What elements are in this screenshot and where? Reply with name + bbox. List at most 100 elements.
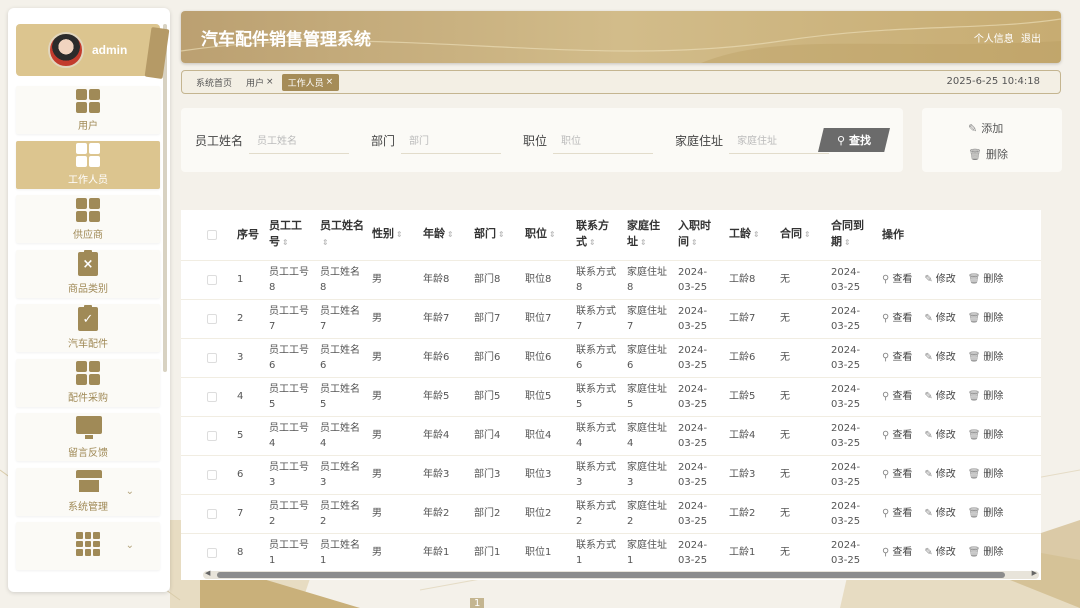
sidebar-item-product-categories[interactable]: × 商品类别 xyxy=(16,249,160,298)
column-header[interactable]: 入职时间 ⇕ xyxy=(674,210,725,260)
delete-button[interactable]: 🗑 删除 xyxy=(968,428,1004,443)
view-button[interactable]: ⚲ 查看 xyxy=(882,272,912,287)
home-address-input[interactable]: 家庭住址 xyxy=(729,126,830,154)
department-input[interactable]: 部门 xyxy=(401,126,502,154)
column-header[interactable]: 年龄 ⇕ xyxy=(419,210,470,260)
row-select-cell[interactable] xyxy=(181,298,233,338)
table-cell: 员工工号2 xyxy=(265,493,316,533)
checkbox[interactable] xyxy=(207,430,217,441)
checkbox[interactable] xyxy=(207,547,217,558)
employee-name-input[interactable]: 员工姓名 xyxy=(249,126,350,154)
view-button[interactable]: ⚲ 查看 xyxy=(882,389,912,404)
select-all-header[interactable] xyxy=(181,210,233,260)
row-select-cell[interactable] xyxy=(181,259,233,299)
sort-icon[interactable]: ⇕ xyxy=(844,238,851,247)
row-select-cell[interactable] xyxy=(181,415,233,455)
sort-icon[interactable]: ⇕ xyxy=(589,238,596,247)
checkbox[interactable] xyxy=(207,469,217,480)
sort-icon[interactable]: ⇕ xyxy=(282,238,289,247)
column-header[interactable]: 家庭住址 ⇕ xyxy=(623,210,674,260)
edit-button[interactable]: ✎ 修改 xyxy=(924,272,955,287)
tab-home[interactable]: 系统首页 xyxy=(190,74,238,91)
search-button[interactable]: ⚲ 查找 xyxy=(818,128,890,152)
close-icon[interactable]: × xyxy=(326,77,334,87)
row-select-cell[interactable] xyxy=(181,454,233,494)
column-header[interactable]: 职位 ⇕ xyxy=(521,210,572,260)
edit-button[interactable]: ✎ 修改 xyxy=(924,428,955,443)
sort-icon[interactable]: ⇕ xyxy=(396,230,403,239)
current-page[interactable]: 1 xyxy=(470,598,485,608)
checkbox[interactable] xyxy=(207,313,217,324)
view-button[interactable]: ⚲ 查看 xyxy=(882,506,912,521)
sort-icon[interactable]: ⇕ xyxy=(753,230,760,239)
view-button[interactable]: ⚲ 查看 xyxy=(882,545,912,560)
column-header[interactable]: 员工姓名⇕ xyxy=(316,210,368,260)
checkbox[interactable] xyxy=(207,274,217,285)
delete-button[interactable]: 🗑 删除 xyxy=(968,311,1004,326)
checkbox[interactable] xyxy=(207,229,217,240)
column-header[interactable]: 部门 ⇕ xyxy=(470,210,521,260)
edit-button[interactable]: ✎ 修改 xyxy=(924,350,955,365)
sidebar-scrollbar[interactable] xyxy=(163,24,167,372)
sort-icon[interactable]: ⇕ xyxy=(640,238,647,247)
column-header[interactable]: 联系方式 ⇕ xyxy=(572,210,623,260)
view-button[interactable]: ⚲ 查看 xyxy=(882,428,912,443)
field-label: 职位 xyxy=(523,133,548,148)
tab-staff[interactable]: 工作人员 × xyxy=(281,73,340,91)
edit-button[interactable]: ✎ 修改 xyxy=(924,311,955,326)
delete-button[interactable]: 🗑 删除 xyxy=(968,272,1004,287)
add-button[interactable]: ✎ 添加 xyxy=(968,120,1003,136)
profile-link[interactable]: 个人信息 xyxy=(974,34,1014,45)
sort-icon[interactable]: ⇕ xyxy=(447,230,454,239)
scroll-right-icon[interactable]: ▶ xyxy=(1032,569,1037,577)
view-button[interactable]: ⚲ 查看 xyxy=(882,467,912,482)
edit-button[interactable]: ✎ 修改 xyxy=(924,506,955,521)
column-header[interactable]: 工龄 ⇕ xyxy=(725,210,776,260)
grid-icon xyxy=(76,197,100,222)
edit-button[interactable]: ✎ 修改 xyxy=(924,389,955,404)
sidebar-item-car-parts[interactable]: ✓ 汽车配件 xyxy=(16,304,160,352)
sidebar-item-users[interactable]: 用户 xyxy=(16,86,160,134)
column-header[interactable]: 合同到期 ⇕ xyxy=(827,210,878,260)
sidebar-item-feedback[interactable]: 留言反馈 xyxy=(16,413,160,461)
sort-icon[interactable]: ⇕ xyxy=(549,230,556,239)
scrollbar-thumb[interactable] xyxy=(217,572,1005,578)
view-button[interactable]: ⚲ 查看 xyxy=(882,350,912,365)
tab-users[interactable]: 用户 × xyxy=(240,74,280,91)
delete-button[interactable]: 🗑 删除 xyxy=(968,467,1004,482)
delete-button[interactable]: 🗑 删除 xyxy=(968,506,1004,521)
column-header[interactable]: 员工工号 ⇕ xyxy=(265,210,316,260)
checkbox[interactable] xyxy=(207,391,217,402)
sidebar-item-staff[interactable]: 工作人员 xyxy=(16,140,160,189)
delete-button[interactable]: 🗑 删除 xyxy=(968,389,1004,404)
sidebar-item-label: 商品类别 xyxy=(68,284,108,295)
horizontal-scrollbar[interactable]: ◀ ▶ xyxy=(203,569,1039,579)
row-select-cell[interactable] xyxy=(181,376,233,416)
sort-icon[interactable]: ⇕ xyxy=(691,238,698,247)
sidebar-item-more[interactable]: ⌄ xyxy=(16,522,160,570)
row-select-cell[interactable] xyxy=(181,532,233,572)
close-icon[interactable]: × xyxy=(266,77,274,87)
sidebar-item-suppliers[interactable]: 供应商 xyxy=(16,195,160,243)
row-select-cell[interactable] xyxy=(181,493,233,533)
sort-icon[interactable]: ⇕ xyxy=(498,230,505,239)
row-select-cell[interactable] xyxy=(181,337,233,377)
sidebar-item-system-management[interactable]: 系统管理 ⌄ xyxy=(16,467,160,516)
delete-button[interactable]: 🗑 删除 xyxy=(968,146,1008,162)
checkbox[interactable] xyxy=(207,352,217,363)
edit-button[interactable]: ✎ 修改 xyxy=(924,545,955,560)
delete-button[interactable]: 🗑 删除 xyxy=(968,545,1004,560)
sort-icon[interactable]: ⇕ xyxy=(804,230,811,239)
column-header[interactable]: 合同 ⇕ xyxy=(776,210,827,260)
sidebar-item-parts-purchase[interactable]: 配件采购 xyxy=(16,358,160,407)
logout-link[interactable]: 退出 xyxy=(1021,34,1041,45)
sort-icon[interactable]: ⇕ xyxy=(322,238,329,247)
column-header[interactable]: 性别 ⇕ xyxy=(368,210,419,260)
user-card[interactable]: admin xyxy=(16,24,170,80)
delete-button[interactable]: 🗑 删除 xyxy=(968,350,1004,365)
position-input[interactable]: 职位 xyxy=(553,126,654,154)
scroll-left-icon[interactable]: ◀ xyxy=(205,569,210,577)
checkbox[interactable] xyxy=(207,508,217,519)
view-button[interactable]: ⚲ 查看 xyxy=(882,311,912,326)
edit-button[interactable]: ✎ 修改 xyxy=(924,467,955,482)
